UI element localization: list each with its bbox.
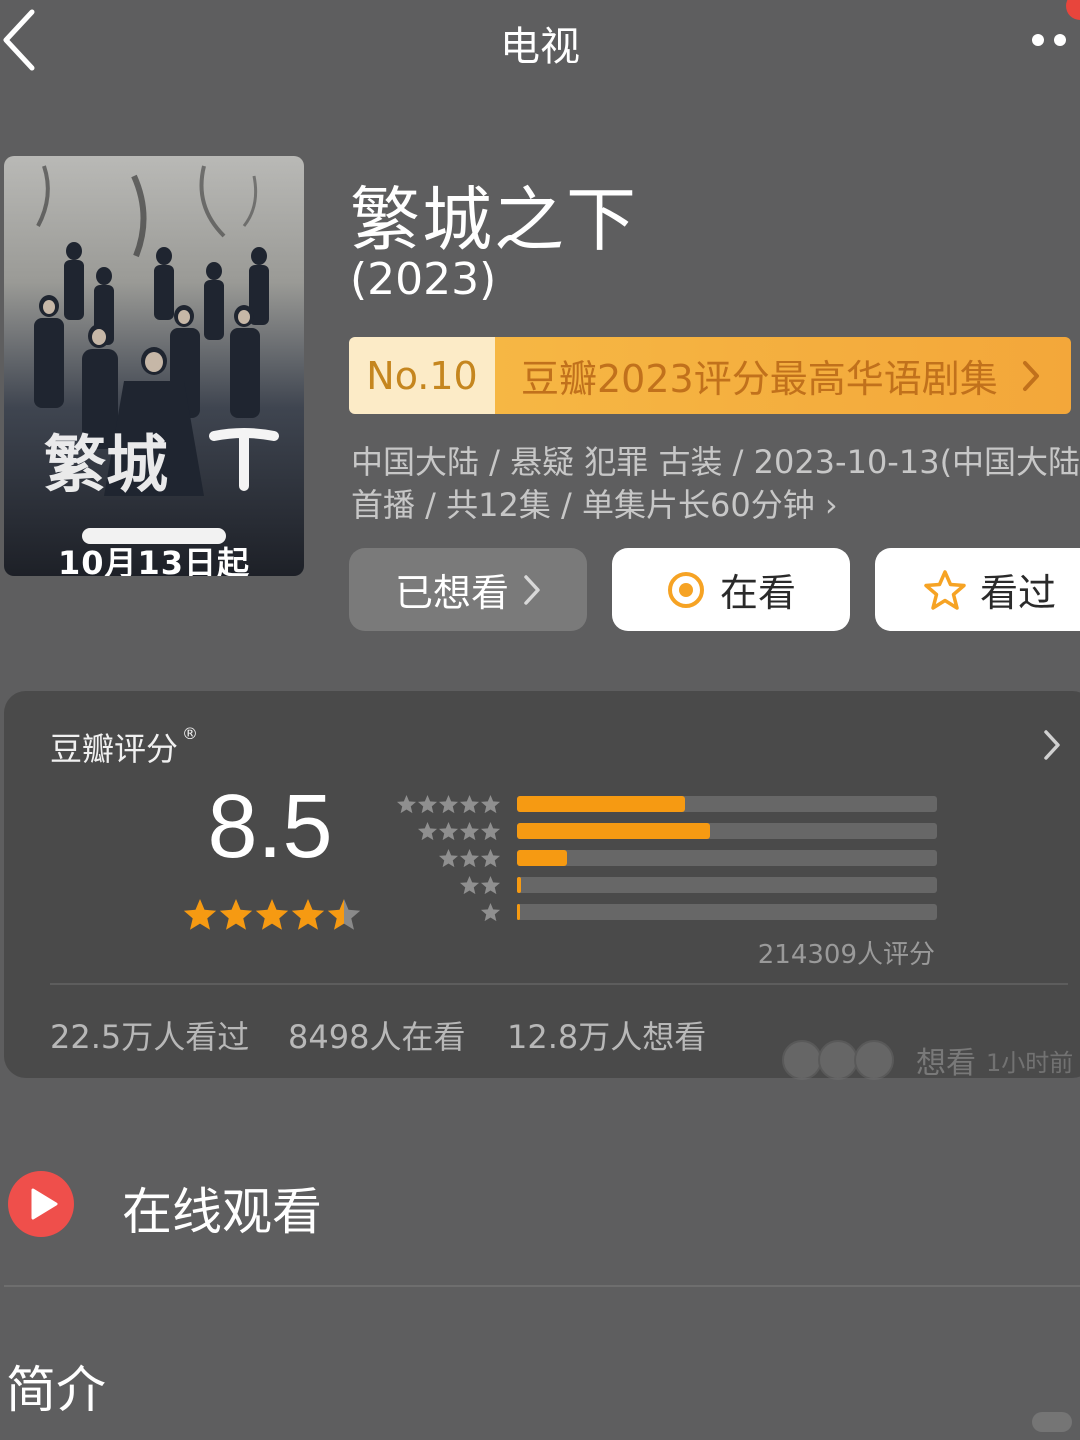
- show-year: (2023): [350, 254, 497, 305]
- rating-distribution-row: [380, 902, 940, 924]
- distribution-star: [396, 795, 417, 814]
- play-icon: [8, 1171, 74, 1237]
- distribution-bar-track: [517, 796, 937, 812]
- distribution-stars: [417, 822, 501, 841]
- rating-label: 豆瓣评分 ®: [50, 724, 198, 770]
- distribution-star: [480, 876, 501, 895]
- distribution-bar-fill: [517, 823, 710, 839]
- rating-distribution-row: [380, 794, 940, 816]
- poster-artwork: 繁城: [34, 165, 279, 501]
- watched-label: 看过: [979, 571, 1056, 615]
- distribution-stars: [396, 795, 501, 814]
- distribution-star: [459, 876, 480, 895]
- distribution-star: [480, 903, 501, 922]
- distribution-star: [417, 822, 438, 841]
- rating-star: [183, 899, 217, 930]
- page-title: 电视: [500, 24, 580, 70]
- distribution-stars: [480, 903, 501, 922]
- chevron-right-icon: [1023, 361, 1039, 391]
- distribution-bar-track: [517, 877, 937, 893]
- rating-star: [255, 899, 289, 930]
- rating-star: [327, 899, 361, 930]
- distribution-bar-track: [517, 823, 937, 839]
- avatar: [818, 1040, 858, 1080]
- rating-distribution-row: [380, 821, 940, 843]
- divider: [50, 983, 1068, 985]
- rank-list-name: 豆瓣2023评分最高华语剧集: [495, 337, 1071, 414]
- wanted-label: 已想看: [394, 571, 509, 615]
- show-meta-line: 中国大陆 / 悬疑 犯罪 古装 / 2023-10-13(中国大陆: [351, 443, 1080, 481]
- friend-time: 1小时前: [986, 1048, 1074, 1077]
- intro-heading: 简介: [6, 1361, 106, 1419]
- distribution-bar-fill: [517, 850, 567, 866]
- registered-mark: ®: [182, 724, 199, 743]
- rating-distribution-row: [380, 875, 940, 897]
- stat-watched[interactable]: 22.5万人看过: [50, 1012, 249, 1058]
- distribution-star: [417, 795, 438, 814]
- star-outline-icon: [924, 569, 966, 610]
- distribution-star: [480, 849, 501, 868]
- distribution-bar-track: [517, 904, 937, 920]
- distribution-star: [459, 849, 480, 868]
- distribution-stars: [459, 876, 501, 895]
- distribution-star: [438, 822, 459, 841]
- rating-star: [291, 899, 325, 930]
- show-poster[interactable]: 繁城 10月13日起: [4, 156, 304, 576]
- avatar: [854, 1040, 894, 1080]
- distribution-bar-fill: [517, 904, 520, 920]
- friend-activity[interactable]: 想看 1小时前: [782, 1036, 1073, 1084]
- rating-label-text: 豆瓣评分: [50, 730, 179, 768]
- divider: [4, 1285, 1080, 1287]
- distribution-star: [438, 849, 459, 868]
- distribution-star: [480, 822, 501, 841]
- watching-button[interactable]: 在看: [612, 548, 850, 631]
- distribution-stars: [438, 849, 501, 868]
- rank-number: No.10: [349, 337, 495, 414]
- rating-stars: [183, 899, 361, 930]
- friend-action: 想看: [916, 1046, 976, 1081]
- more-dot-icon: [1032, 34, 1044, 46]
- watermark: [1032, 1412, 1072, 1432]
- chevron-right-icon[interactable]: [1040, 728, 1064, 762]
- more-dot-icon: [1054, 34, 1066, 46]
- watched-button[interactable]: 看过: [875, 548, 1080, 631]
- poster-title-art: 繁城: [44, 428, 168, 501]
- poster-date: 10月13日起: [57, 544, 251, 576]
- rank-banner[interactable]: No.10 豆瓣2023评分最高华语剧集: [349, 337, 1071, 414]
- wanted-button[interactable]: 已想看: [349, 548, 587, 631]
- distribution-bar-track: [517, 850, 937, 866]
- more-button[interactable]: [1022, 18, 1080, 62]
- distribution-bar-fill: [517, 877, 521, 893]
- show-title: 繁城之下: [350, 179, 638, 261]
- rating-star: [219, 899, 253, 930]
- distribution-star: [438, 795, 459, 814]
- distribution-star: [480, 795, 501, 814]
- distribution-bar-fill: [517, 796, 685, 812]
- distribution-star: [459, 822, 480, 841]
- online-watch-label: 在线观看: [122, 1183, 322, 1241]
- stat-want[interactable]: 12.8万人想看: [507, 1012, 706, 1058]
- target-icon: [667, 571, 704, 608]
- stat-watching[interactable]: 8498人在看: [288, 1012, 465, 1058]
- avatar: [782, 1040, 822, 1080]
- distribution-star: [459, 795, 480, 814]
- rating-count: 214309人评分: [757, 940, 935, 970]
- chevron-right-icon: [524, 574, 540, 605]
- rating-distribution-row: [380, 848, 940, 870]
- watching-label: 在看: [719, 571, 796, 615]
- show-meta-line[interactable]: 首播 / 共12集 / 单集片长60分钟 ›: [351, 480, 838, 526]
- rating-score: 8.5: [207, 777, 333, 877]
